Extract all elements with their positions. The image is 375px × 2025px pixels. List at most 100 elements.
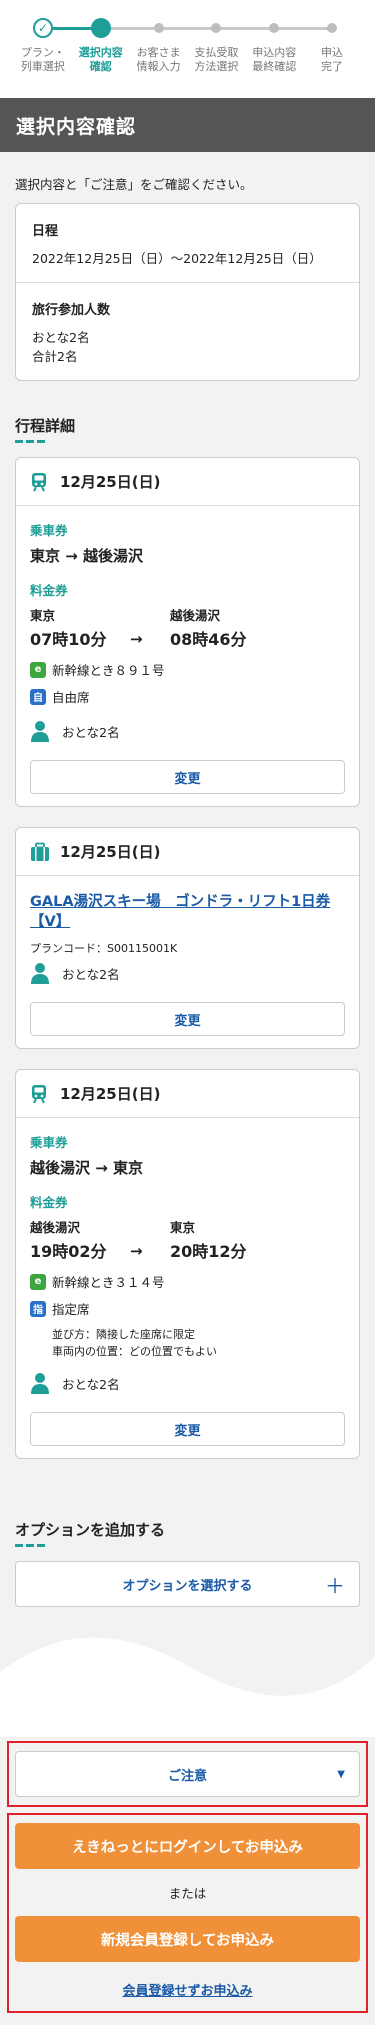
itinerary-title: 行程詳細 [15, 417, 76, 435]
page: ✓ プラン・ 列車選択 選択内容 確認 お客さま 情報入力 支払受取 方法選択 [0, 0, 375, 2025]
step-label: 情報入力 [136, 60, 181, 73]
check-icon: ✓ [32, 18, 53, 38]
step-label: 列車選択 [20, 60, 65, 73]
train-name-row: e 新幹線とき８９１号 [30, 660, 345, 679]
step-label: 最終確認 [252, 60, 297, 73]
card-date: 12月25日(日) [60, 843, 161, 861]
seat-row: 自 自由席 [30, 687, 345, 706]
step-label: 選択内容 [78, 46, 123, 59]
itinerary-card-train-outbound: 12月25日(日) 乗車券 東京 → 越後湯沢 料金券 東京 07時10分 → … [15, 457, 360, 807]
departure-station: 東京 [30, 608, 56, 623]
passenger-row: おとな2名 [30, 962, 345, 984]
register-apply-button[interactable]: 新規会員登録してお申込み [15, 1916, 360, 1962]
step-plan-train: ✓ プラン・ 列車選択 [14, 18, 72, 74]
card-date: 12月25日(日) [60, 1085, 161, 1103]
plan-code: プランコード：S00115001K [30, 942, 178, 955]
card-date: 12月25日(日) [60, 473, 161, 491]
people-section: 旅行参加人数 おとな2名 合計2名 [16, 282, 359, 380]
step-label: 確認 [89, 60, 112, 73]
login-apply-button[interactable]: えきねっとにログインしてお申込み [15, 1823, 360, 1869]
summary-card: 日程 2022年12月25日（日）～2022年12月25日（日） 旅行参加人数 … [15, 203, 360, 381]
person-icon [31, 1373, 49, 1394]
seat-row: 指 指定席 [30, 1299, 345, 1318]
departure-station: 越後湯沢 [30, 1220, 81, 1235]
people-adults: おとな2名 [32, 330, 90, 345]
card-header: 12月25日(日) [16, 828, 359, 876]
or-separator: または [168, 1886, 207, 1901]
options-title: オプションを追加する [15, 1521, 166, 1539]
step-label: 支払受取 [194, 46, 239, 59]
caret-down-icon: ▼ [337, 1768, 345, 1780]
time-row: 東京 07時10分 → 越後湯沢 08時46分 [30, 605, 345, 650]
change-button[interactable]: 変更 [30, 1002, 345, 1036]
time-row: 越後湯沢 19時02分 → 東京 20時12分 [30, 1217, 345, 1262]
step-label: 完了 [321, 60, 344, 73]
date-label: 日程 [32, 224, 59, 239]
seat-type-icon: 自 [30, 688, 46, 705]
people-total: 合計2名 [32, 349, 78, 364]
step-dot [269, 23, 280, 33]
step-payment: 支払受取 方法選択 [187, 18, 245, 74]
person-icon [31, 963, 49, 984]
ticket-label: 乗車券 [30, 1135, 68, 1150]
route: 越後湯沢 → 東京 [30, 1159, 144, 1177]
card-header: 12月25日(日) [16, 1070, 359, 1118]
step-label: 方法選択 [194, 60, 239, 73]
date-value: 2022年12月25日（日）～2022年12月25日（日） [32, 251, 322, 266]
card-header: 12月25日(日) [16, 458, 359, 506]
change-button[interactable]: 変更 [30, 760, 345, 794]
change-button[interactable]: 変更 [30, 1412, 345, 1446]
itinerary-card-train-return: 12月25日(日) 乗車券 越後湯沢 → 東京 料金券 越後湯沢 19時02分 … [15, 1069, 360, 1459]
guest-apply-link[interactable]: 会員登録せずお申込み [15, 1962, 360, 2001]
train-name-row: e 新幹線とき３１４号 [30, 1272, 345, 1291]
current-step-dot [90, 18, 111, 38]
fare-label: 料金券 [30, 583, 68, 598]
itinerary-card-plan: 12月25日(日) GALA湯沢スキー場 ゴンドラ・リフト1日券【V】 プランコ… [15, 827, 360, 1049]
seat-type-icon: 指 [30, 1300, 46, 1317]
train-name: 新幹線とき８９１号 [52, 663, 165, 678]
step-label: 申込 [321, 46, 344, 59]
date-section: 日程 2022年12月25日（日）～2022年12月25日（日） [16, 204, 359, 282]
page-title: 選択内容確認 [0, 98, 375, 152]
arrival-time: 08時46分 [170, 630, 247, 649]
passenger-count: おとな2名 [62, 966, 120, 982]
train-icon [30, 471, 50, 493]
select-option-button[interactable]: オプションを選択する ＋ [15, 1561, 360, 1607]
people-label: 旅行参加人数 [32, 303, 111, 318]
step-label: プラン・ [20, 46, 65, 59]
title-underline [0, 1544, 375, 1561]
departure-time: 19時02分 [30, 1242, 107, 1261]
step-label: お客さま [136, 46, 181, 59]
arrival-station: 東京 [170, 1220, 196, 1235]
step-dot [211, 23, 222, 33]
passenger-row: おとな2名 [30, 720, 345, 742]
step-dot [327, 23, 338, 33]
seat-notes: 並び方：隣接した座席に限定 車両内の位置：どの位置でもよい [30, 1326, 345, 1360]
intro-text: 選択内容と「ご注意」をご確認ください。 [15, 177, 253, 192]
passenger-row: おとな2名 [30, 1372, 345, 1394]
cta-highlight: えきねっとにログインしてお申込み または 新規会員登録してお申込み 会員登録せず… [7, 1813, 368, 2013]
step-complete: 申込 完了 [303, 18, 361, 74]
select-option-label: オプションを選択する [122, 1578, 253, 1594]
route: 東京 → 越後湯沢 [30, 547, 144, 565]
step-confirm-selection: 選択内容 確認 [72, 18, 130, 74]
notice-toggle[interactable]: ご注意 ▼ [15, 1751, 360, 1797]
arrival-station: 越後湯沢 [170, 608, 221, 623]
train-icon [30, 1083, 50, 1105]
train-name: 新幹線とき３１４号 [52, 1275, 165, 1290]
passenger-count: おとな2名 [62, 1376, 120, 1392]
wave-divider [0, 1637, 375, 1737]
seat-type: 指定席 [52, 1302, 90, 1317]
passenger-count: おとな2名 [62, 724, 120, 740]
seat-type: 自由席 [52, 690, 90, 705]
progress-stepper: ✓ プラン・ 列車選択 選択内容 確認 お客さま 情報入力 支払受取 方法選択 [0, 0, 375, 98]
arrow-icon: → [130, 1242, 143, 1260]
seat-arrangement: 並び方：隣接した座席に限定 [52, 1328, 195, 1341]
luggage-icon [30, 841, 50, 863]
arrow-icon: → [130, 630, 143, 648]
step-final-confirm: 申込内容 最終確認 [245, 18, 303, 74]
notice-highlight: ご注意 ▼ [7, 1741, 368, 1807]
notice-label: ご注意 [167, 1768, 207, 1784]
plan-name-link[interactable]: GALA湯沢スキー場 ゴンドラ・リフト1日券【V】 [30, 892, 345, 932]
fare-label: 料金券 [30, 1195, 68, 1210]
